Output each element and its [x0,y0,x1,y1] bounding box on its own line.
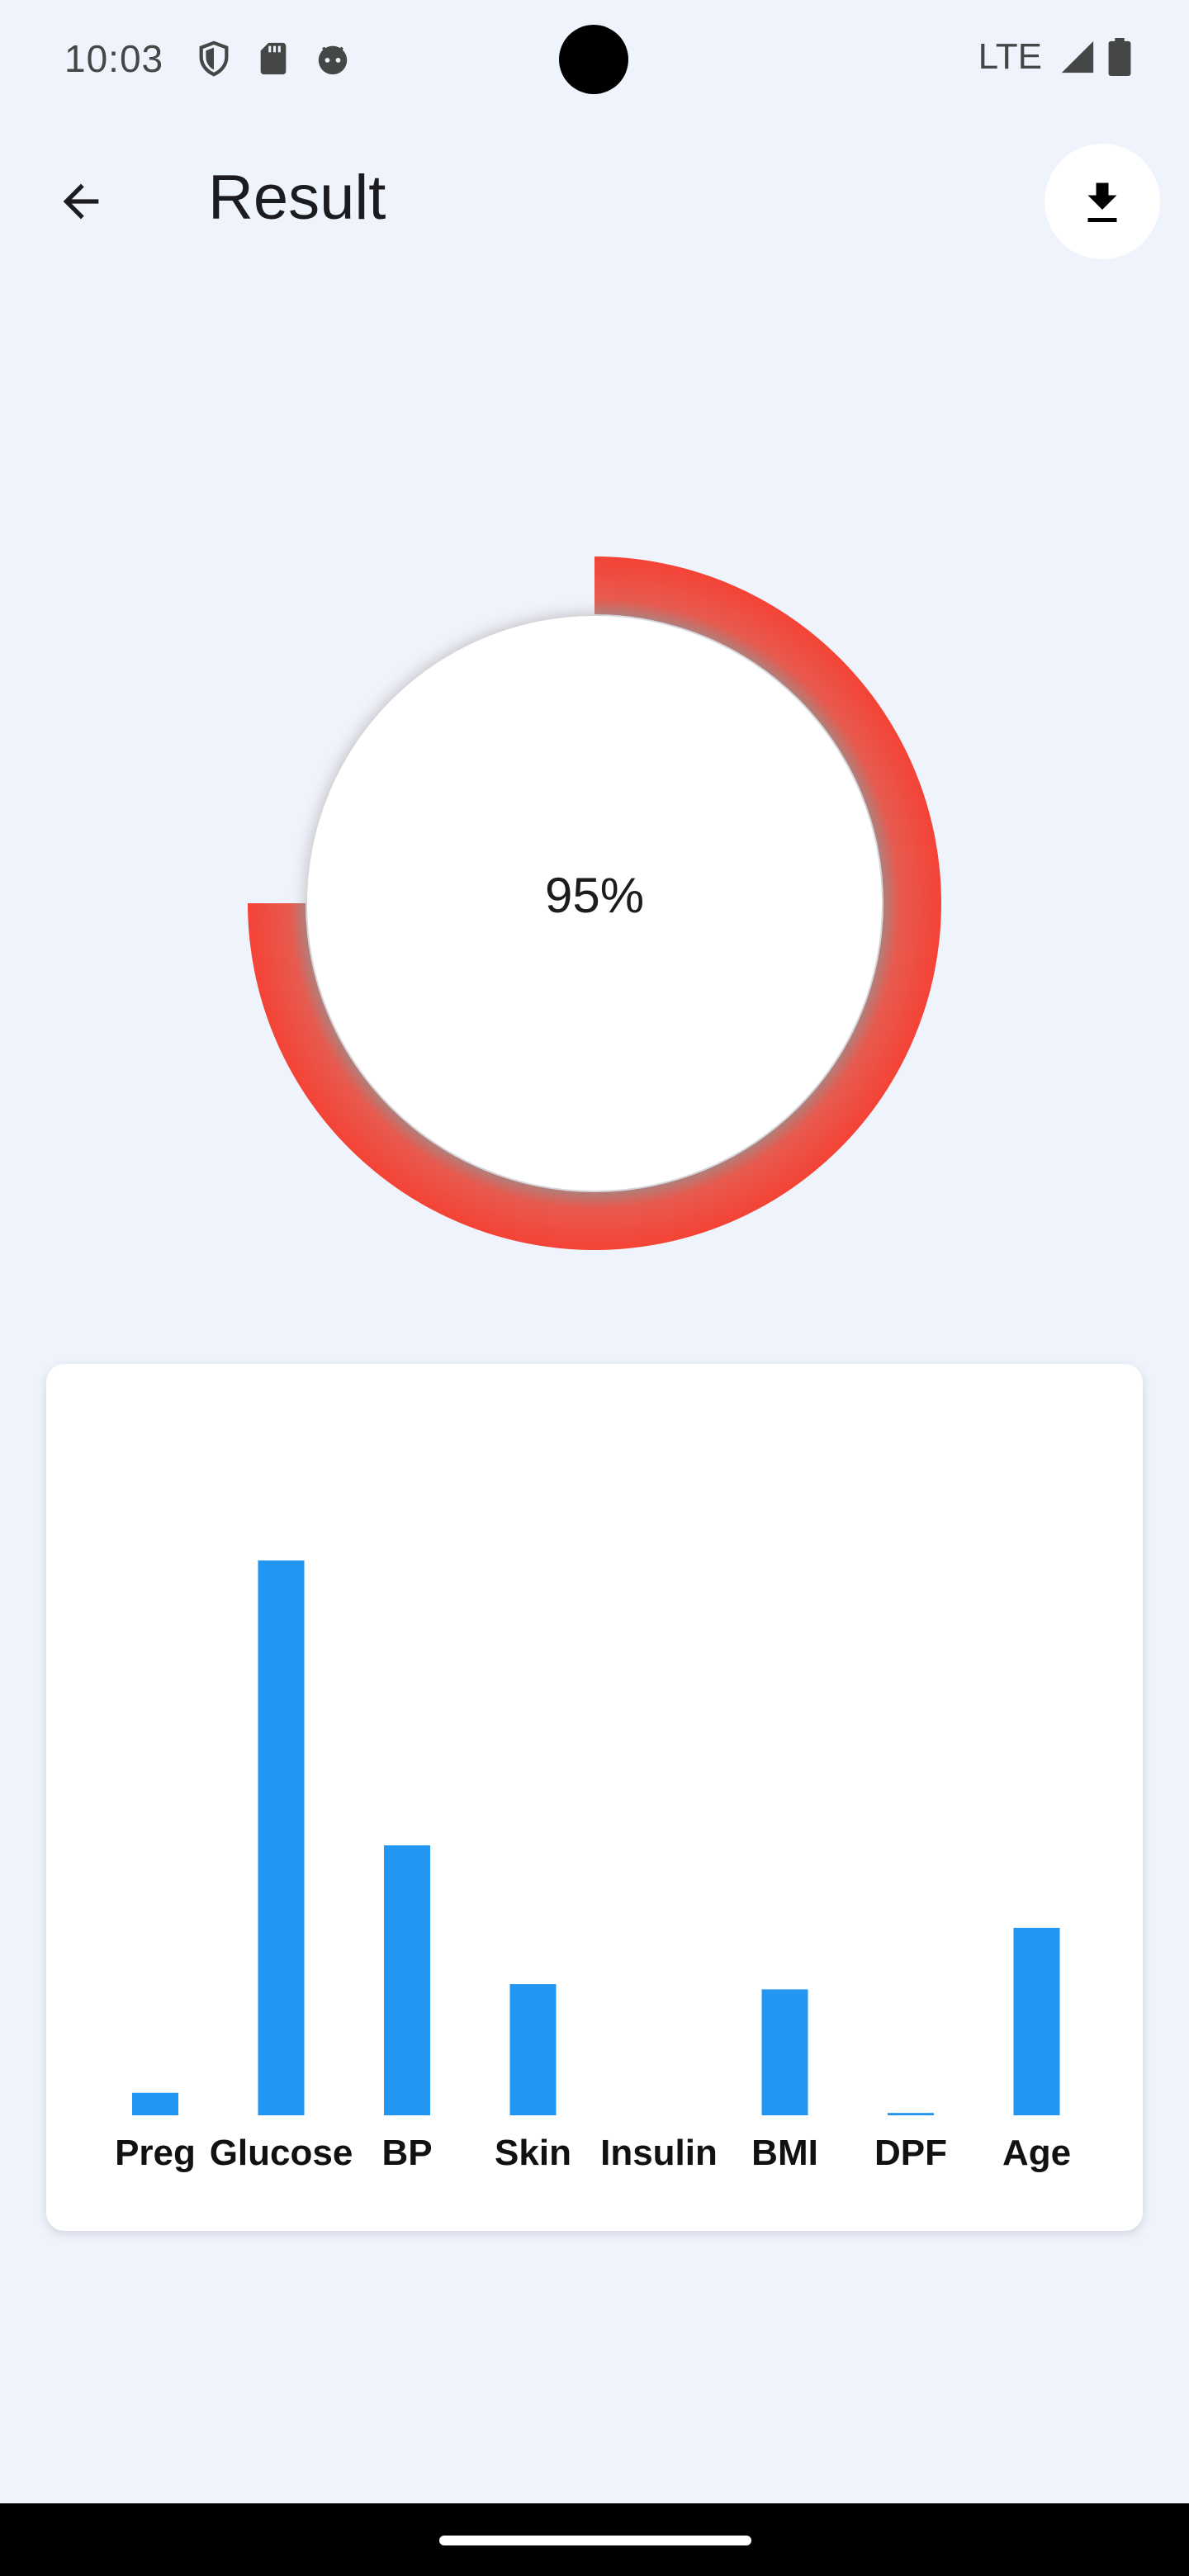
tick-label-insulin: Insulin [600,2133,718,2173]
tick-label-glucose: Glucose [210,2133,353,2173]
feature-bar-chart: Preg Glucose BP Skin Insulin BMI DPF Age [115,1560,1071,2173]
result-screen: 10:03 LTE Result 95% Preg Glucose BP Ski… [0,0,1189,2576]
tick-label-preg: Preg [115,2133,196,2173]
tick-label-age: Age [1002,2133,1071,2173]
bar-skin [509,1984,557,2115]
bar-preg [132,2092,178,2115]
tick-label-skin: Skin [495,2133,571,2173]
feature-chart-card: Preg Glucose BP Skin Insulin BMI DPF Age [46,1364,1143,2231]
risk-gauge [248,556,941,1250]
bar-glucose [258,1560,305,2115]
tick-label-dpf: DPF [874,2133,947,2173]
risk-percentage: 95% [544,868,645,923]
bar-bmi [761,1989,808,2115]
bar-bp [384,1845,430,2115]
tick-label-bp: BP [381,2133,432,2173]
bar-dpf [888,2113,934,2115]
home-gesture-handle[interactable] [439,2536,751,2545]
bar-age [1013,1927,1060,2115]
tick-label-bmi: BMI [751,2133,818,2173]
